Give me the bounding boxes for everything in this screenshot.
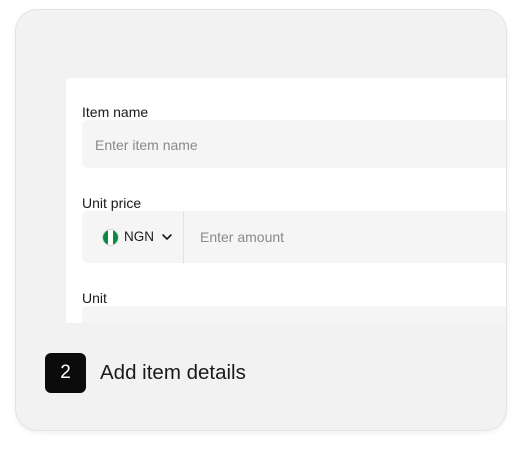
unit-price-field: NGN Enter amount xyxy=(82,211,506,263)
unit-price-label: Unit price xyxy=(82,195,142,211)
nigeria-flag-icon xyxy=(102,228,119,246)
currency-selector[interactable]: NGN xyxy=(82,211,184,263)
step-card: Item name Enter item name Unit price NGN… xyxy=(15,9,507,431)
unit-input[interactable] xyxy=(82,306,506,323)
amount-input[interactable]: Enter amount xyxy=(200,229,284,245)
step-number-badge: 2 xyxy=(45,353,86,393)
item-name-input[interactable]: Enter item name xyxy=(82,120,506,168)
item-form-preview: Item name Enter item name Unit price NGN… xyxy=(66,78,506,323)
step-title: Add item details xyxy=(100,361,246,384)
item-name-placeholder: Enter item name xyxy=(95,137,198,153)
item-name-label: Item name xyxy=(82,104,149,120)
currency-code: NGN xyxy=(124,229,154,244)
chevron-down-icon xyxy=(159,229,175,245)
unit-label: Unit xyxy=(82,290,107,306)
